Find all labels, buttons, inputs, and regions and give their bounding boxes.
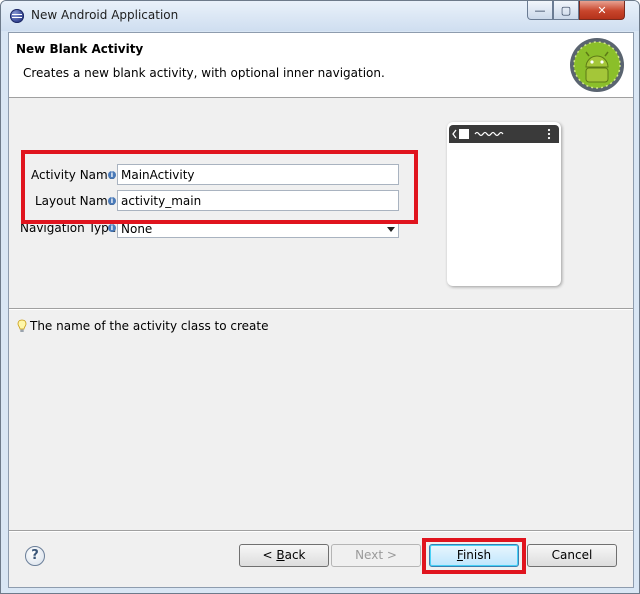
info-icon: i bbox=[108, 224, 116, 232]
highlight-box bbox=[21, 150, 418, 224]
eclipse-icon bbox=[10, 9, 24, 23]
action-bar-icons bbox=[452, 128, 551, 140]
back-chevron-icon bbox=[452, 129, 457, 139]
window-title: New Android Application bbox=[31, 8, 179, 22]
separator bbox=[9, 530, 633, 532]
next-button[interactable]: Next > bbox=[331, 544, 421, 567]
title-squiggle-icon bbox=[474, 131, 504, 137]
help-icon[interactable]: ? bbox=[25, 546, 45, 566]
app-icon bbox=[459, 129, 469, 139]
close-button[interactable]: ✕ bbox=[579, 1, 625, 20]
back-button[interactable]: < Back bbox=[239, 544, 329, 567]
phone-preview bbox=[447, 122, 561, 286]
page-description: Creates a new blank activity, with optio… bbox=[23, 66, 385, 80]
navigation-type-value: None bbox=[121, 222, 153, 236]
android-logo bbox=[570, 38, 624, 92]
dialog-window: New Android Application — ▢ ✕ New Blank … bbox=[0, 0, 640, 594]
dialog-content: New Blank Activity Creates a new blank a… bbox=[8, 32, 634, 588]
separator bbox=[9, 308, 633, 310]
minimize-button[interactable]: — bbox=[527, 1, 553, 20]
wizard-header: New Blank Activity Creates a new blank a… bbox=[9, 33, 633, 98]
lightbulb-icon bbox=[17, 319, 27, 332]
highlight-box bbox=[422, 538, 526, 574]
overflow-menu-icon bbox=[547, 128, 551, 132]
title-bar[interactable]: New Android Application — ▢ ✕ bbox=[1, 1, 639, 31]
maximize-button[interactable]: ▢ bbox=[553, 1, 579, 20]
action-bar bbox=[449, 125, 559, 143]
hint-message: The name of the activity class to create bbox=[30, 319, 269, 333]
page-title: New Blank Activity bbox=[16, 42, 144, 56]
chevron-down-icon bbox=[387, 227, 395, 232]
cancel-button[interactable]: Cancel bbox=[527, 544, 617, 567]
